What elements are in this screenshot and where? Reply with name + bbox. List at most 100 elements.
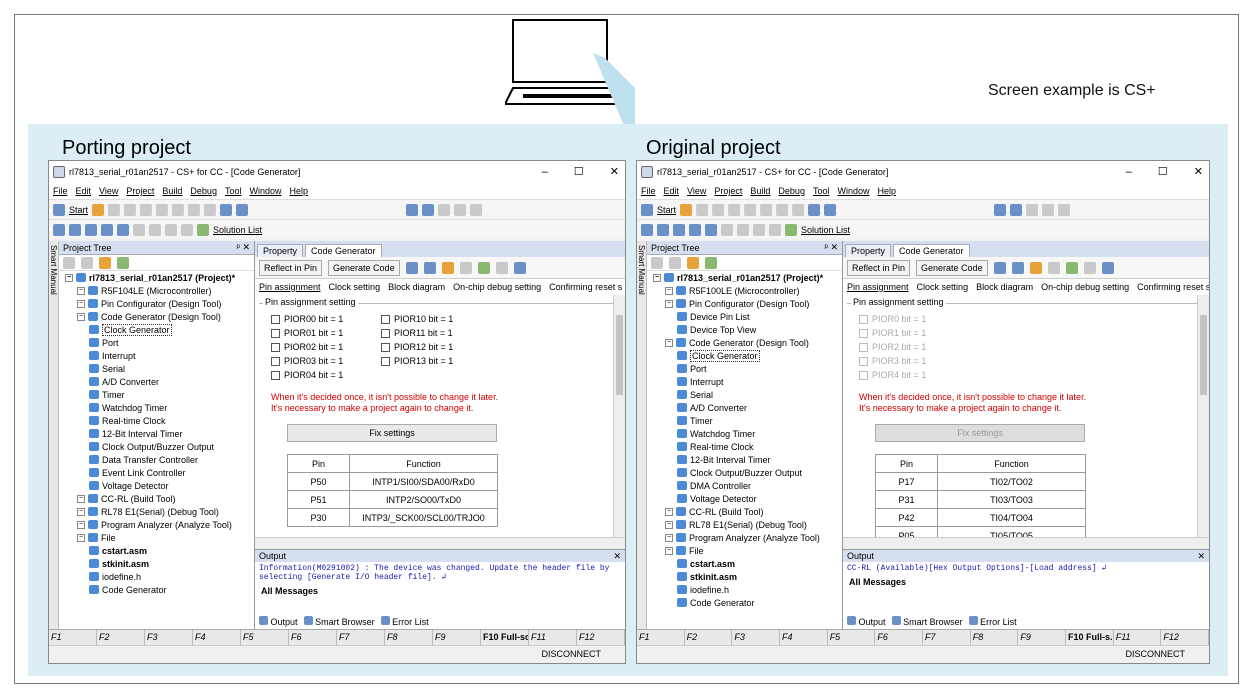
output-tab[interactable]: Smart Browser <box>303 616 375 627</box>
tree-node[interactable]: Code Generator <box>647 596 842 609</box>
function-key[interactable]: F6 <box>875 630 924 645</box>
pior-checkbox[interactable]: PIOR04 bit = 1 <box>271 370 381 380</box>
window3-icon[interactable] <box>769 223 781 236</box>
save-icon[interactable] <box>657 223 669 236</box>
menu-item[interactable]: Help <box>877 186 896 196</box>
tool-icon[interactable] <box>495 261 508 274</box>
horizontal-scrollbar[interactable] <box>255 537 625 549</box>
menu-item[interactable]: Build <box>162 186 182 196</box>
expand-icon[interactable]: − <box>665 520 673 529</box>
close-icon[interactable]: ✕ <box>1194 161 1203 183</box>
menu-item[interactable]: Debug <box>778 186 805 196</box>
setting-tab[interactable]: Pin assignment <box>847 282 909 292</box>
expand-icon[interactable]: − <box>77 299 85 308</box>
save-all-icon[interactable] <box>85 223 97 236</box>
expand-icon[interactable]: − <box>77 507 85 516</box>
pior-checkbox[interactable]: PIOR02 bit = 1 <box>271 342 381 352</box>
checkbox-icon[interactable] <box>381 356 390 366</box>
tool-icon[interactable] <box>423 261 436 274</box>
tree-node[interactable]: − File <box>647 544 842 557</box>
checkbox-icon[interactable] <box>271 328 280 338</box>
function-key[interactable]: F4 <box>780 630 828 645</box>
checkbox-icon[interactable] <box>381 328 390 338</box>
menu-item[interactable]: Window <box>249 186 281 196</box>
stop-icon[interactable] <box>438 203 451 216</box>
tree-node[interactable]: − CC-RL (Build Tool) <box>59 492 254 505</box>
close-panel-icon[interactable]: ᵖ ✕ <box>825 242 838 253</box>
function-key[interactable]: F5 <box>241 630 289 645</box>
menu-item[interactable]: View <box>99 186 118 196</box>
maximize-icon[interactable]: ☐ <box>574 161 584 183</box>
window3-icon[interactable] <box>181 223 193 236</box>
tree-node[interactable]: 12-Bit Interval Timer <box>647 453 842 466</box>
open-icon[interactable] <box>641 223 653 236</box>
function-key[interactable]: F4 <box>193 630 241 645</box>
setting-tab[interactable]: Confirming reset s <box>1137 282 1209 292</box>
pior-checkbox[interactable]: PIOR0 bit = 1 <box>859 314 969 324</box>
start-button[interactable]: Start <box>69 205 88 215</box>
tree-node[interactable]: − Program Analyzer (Analyze Tool) <box>647 531 842 544</box>
pior-checkbox[interactable]: PIOR13 bit = 1 <box>381 356 491 366</box>
tree-node[interactable]: Clock Generator <box>59 323 254 336</box>
tree-node[interactable]: Clock Output/Buzzer Output <box>647 466 842 479</box>
function-key[interactable]: F5 <box>828 630 876 645</box>
reflect-in-pin-button[interactable]: Reflect in Pin <box>847 259 911 276</box>
tree-node[interactable]: Watchdog Timer <box>647 427 842 440</box>
expand-icon[interactable]: − <box>65 273 73 282</box>
tab-code-generator[interactable]: Code Generator <box>305 244 382 257</box>
tool-icon[interactable] <box>405 261 418 274</box>
expand-icon[interactable]: − <box>77 312 85 321</box>
tree-refresh-icon[interactable] <box>117 256 129 269</box>
tree-node[interactable]: − RL78 E1(Serial) (Debug Tool) <box>647 518 842 531</box>
debug-build-icon[interactable] <box>824 203 837 216</box>
menu-item[interactable]: Project <box>126 186 154 196</box>
menu-item[interactable]: Tool <box>225 186 242 196</box>
step-icon[interactable] <box>1010 203 1023 216</box>
replace-icon[interactable] <box>204 203 217 216</box>
expand-icon[interactable]: − <box>77 520 85 529</box>
expand-icon[interactable]: − <box>665 546 673 555</box>
layout-icon[interactable] <box>133 223 145 236</box>
tool-icon[interactable] <box>1029 261 1042 274</box>
disconnect-status[interactable]: DISCONNECT <box>1125 649 1185 659</box>
cut-icon[interactable] <box>696 203 709 216</box>
tree-node[interactable]: − rl7813_serial_r01an2517 (Project)* <box>59 271 254 284</box>
close-output-icon[interactable]: ✕ <box>613 551 621 562</box>
paste-icon[interactable] <box>140 203 153 216</box>
pior-checkbox[interactable]: PIOR3 bit = 1 <box>859 356 969 366</box>
tool-icon[interactable] <box>513 261 526 274</box>
start-button[interactable]: Start <box>657 205 676 215</box>
function-key[interactable]: F2 <box>685 630 733 645</box>
setting-tab[interactable]: Clock setting <box>329 282 381 292</box>
tree-refresh-icon[interactable] <box>705 256 717 269</box>
setting-tab[interactable]: Block diagram <box>388 282 445 292</box>
window2-icon[interactable] <box>165 223 177 236</box>
expand-icon[interactable]: − <box>665 338 673 347</box>
expand-icon[interactable]: − <box>77 494 85 503</box>
function-key[interactable]: F1 <box>637 630 685 645</box>
output-tab[interactable]: Output <box>847 616 886 627</box>
function-key[interactable]: F6 <box>289 630 337 645</box>
tree-node[interactable]: DMA Controller <box>647 479 842 492</box>
reset-icon[interactable] <box>470 203 483 216</box>
tree-node[interactable]: Code Generator <box>59 583 254 596</box>
function-key[interactable]: F7 <box>923 630 971 645</box>
tree-node[interactable]: Port <box>647 362 842 375</box>
setting-tab[interactable]: On-chip debug setting <box>453 282 541 292</box>
tree-node[interactable]: − Code Generator (Design Tool) <box>59 310 254 323</box>
tree-property-icon[interactable] <box>81 256 93 269</box>
replace-icon[interactable] <box>792 203 805 216</box>
redo-icon[interactable] <box>172 203 185 216</box>
view-icon[interactable] <box>101 223 113 236</box>
checkbox-icon[interactable] <box>381 342 390 352</box>
menu-item[interactable]: Help <box>289 186 308 196</box>
function-key[interactable]: F3 <box>145 630 193 645</box>
tool-icon[interactable] <box>1011 261 1024 274</box>
find-icon[interactable] <box>776 203 789 216</box>
layout-icon[interactable] <box>721 223 733 236</box>
pior-checkbox[interactable]: PIOR03 bit = 1 <box>271 356 381 366</box>
save-all-icon[interactable] <box>673 223 685 236</box>
tree-node[interactable]: Real-time Clock <box>59 414 254 427</box>
tree-node[interactable]: − File <box>59 531 254 544</box>
menu-item[interactable]: Edit <box>76 186 92 196</box>
